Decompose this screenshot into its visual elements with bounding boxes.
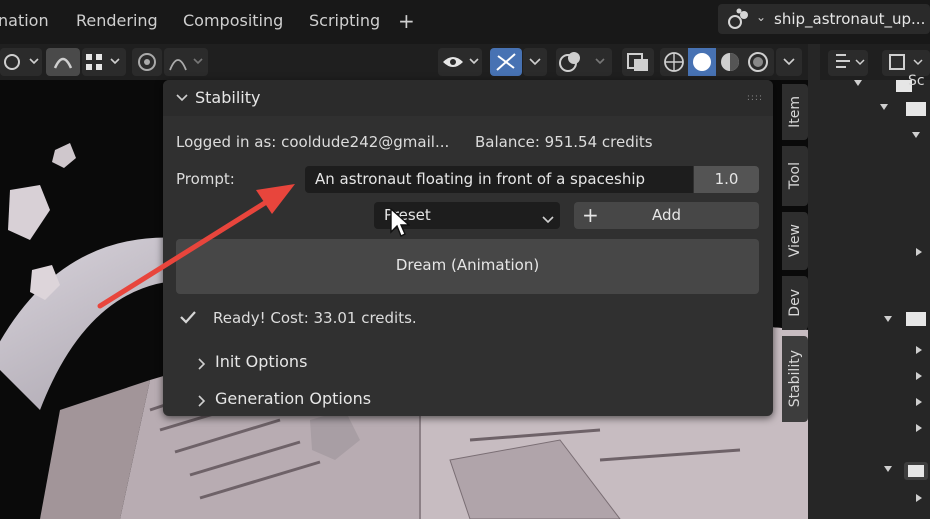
mouse-cursor-icon xyxy=(390,207,411,242)
chevron-right-icon xyxy=(197,393,207,412)
prompt-value: An astronaut floating in front of a spac… xyxy=(315,170,646,188)
prompt-input[interactable]: An astronaut floating in front of a spac… xyxy=(305,166,693,193)
sidebar-tab-item[interactable]: Item xyxy=(782,84,808,140)
prompt-label: Prompt: xyxy=(176,170,235,188)
link-menu-button[interactable] xyxy=(0,48,42,76)
chevron-down-icon xyxy=(542,210,554,229)
prompt-strength-field[interactable]: 1.0 xyxy=(694,166,759,193)
tab-scripting[interactable]: Scripting xyxy=(309,11,380,30)
sidebar-tab-tool[interactable]: Tool xyxy=(782,146,808,206)
drag-grip-icon[interactable]: :::: xyxy=(747,93,763,103)
scene-name: ship_astronaut_up... xyxy=(774,10,926,28)
gizmo-menu-button[interactable] xyxy=(523,48,547,76)
init-options-label: Init Options xyxy=(215,352,308,371)
panel-header[interactable]: Stability :::: xyxy=(163,80,773,116)
balance-text: Balance: 951.54 credits xyxy=(475,133,653,151)
stability-panel: Stability :::: Logged in as: cooldude242… xyxy=(163,80,773,416)
visibility-eye-icon[interactable] xyxy=(438,48,482,76)
prompt-strength-value: 1.0 xyxy=(714,170,739,188)
sidebar-tabs: Item Tool View Dev Stability xyxy=(780,80,810,440)
scene-selector[interactable]: ⌄ ship_astronaut_up... xyxy=(718,4,930,34)
viewport-header xyxy=(0,44,808,80)
snap-icon[interactable] xyxy=(46,48,80,76)
sidebar-tab-stability[interactable]: Stability xyxy=(782,336,808,422)
top-menu-bar: nation Rendering Compositing Scripting +… xyxy=(0,0,930,44)
tab-rendering[interactable]: Rendering xyxy=(76,11,158,30)
outliner-panel: Sc xyxy=(808,44,930,519)
init-options-subpanel[interactable]: Init Options xyxy=(163,349,773,375)
overlays-icon[interactable] xyxy=(556,48,612,76)
logged-in-text: Logged in as: cooldude242@gmail... xyxy=(176,133,450,151)
panel-title: Stability xyxy=(195,88,261,107)
shading-menu-button[interactable] xyxy=(776,48,802,76)
gizmo-toggle-icon[interactable] xyxy=(490,48,522,76)
proportional-edit-icon[interactable] xyxy=(132,48,162,76)
add-button-label: Add xyxy=(651,206,682,224)
add-preset-button[interactable]: + Add xyxy=(574,202,759,229)
sidebar-tab-view[interactable]: View xyxy=(782,212,808,270)
chevron-down-icon: ⌄ xyxy=(756,10,767,24)
chevron-right-icon xyxy=(197,356,207,375)
chevron-down-icon xyxy=(175,90,189,109)
xray-toggle-icon[interactable] xyxy=(622,48,654,76)
generation-options-subpanel[interactable]: Generation Options xyxy=(163,386,773,412)
add-workspace-button[interactable]: + xyxy=(398,9,415,33)
checkmark-icon xyxy=(179,309,197,329)
dream-animation-button[interactable]: Dream (Animation) xyxy=(176,239,759,294)
shading-mode-group xyxy=(660,48,774,76)
tab-animation[interactable]: nation xyxy=(0,11,49,30)
generation-options-label: Generation Options xyxy=(215,389,372,408)
scene-icon xyxy=(726,8,752,34)
dream-button-label: Dream (Animation) xyxy=(395,256,540,274)
outliner-tree xyxy=(854,80,928,502)
tab-compositing[interactable]: Compositing xyxy=(183,11,283,30)
sidebar-tab-dev[interactable]: Dev xyxy=(782,276,808,330)
snap-target-button[interactable] xyxy=(82,48,126,76)
outliner-scene-label: Sc xyxy=(908,73,925,89)
falloff-icon[interactable] xyxy=(164,48,208,76)
status-text: Ready! Cost: 33.01 credits. xyxy=(213,309,417,327)
